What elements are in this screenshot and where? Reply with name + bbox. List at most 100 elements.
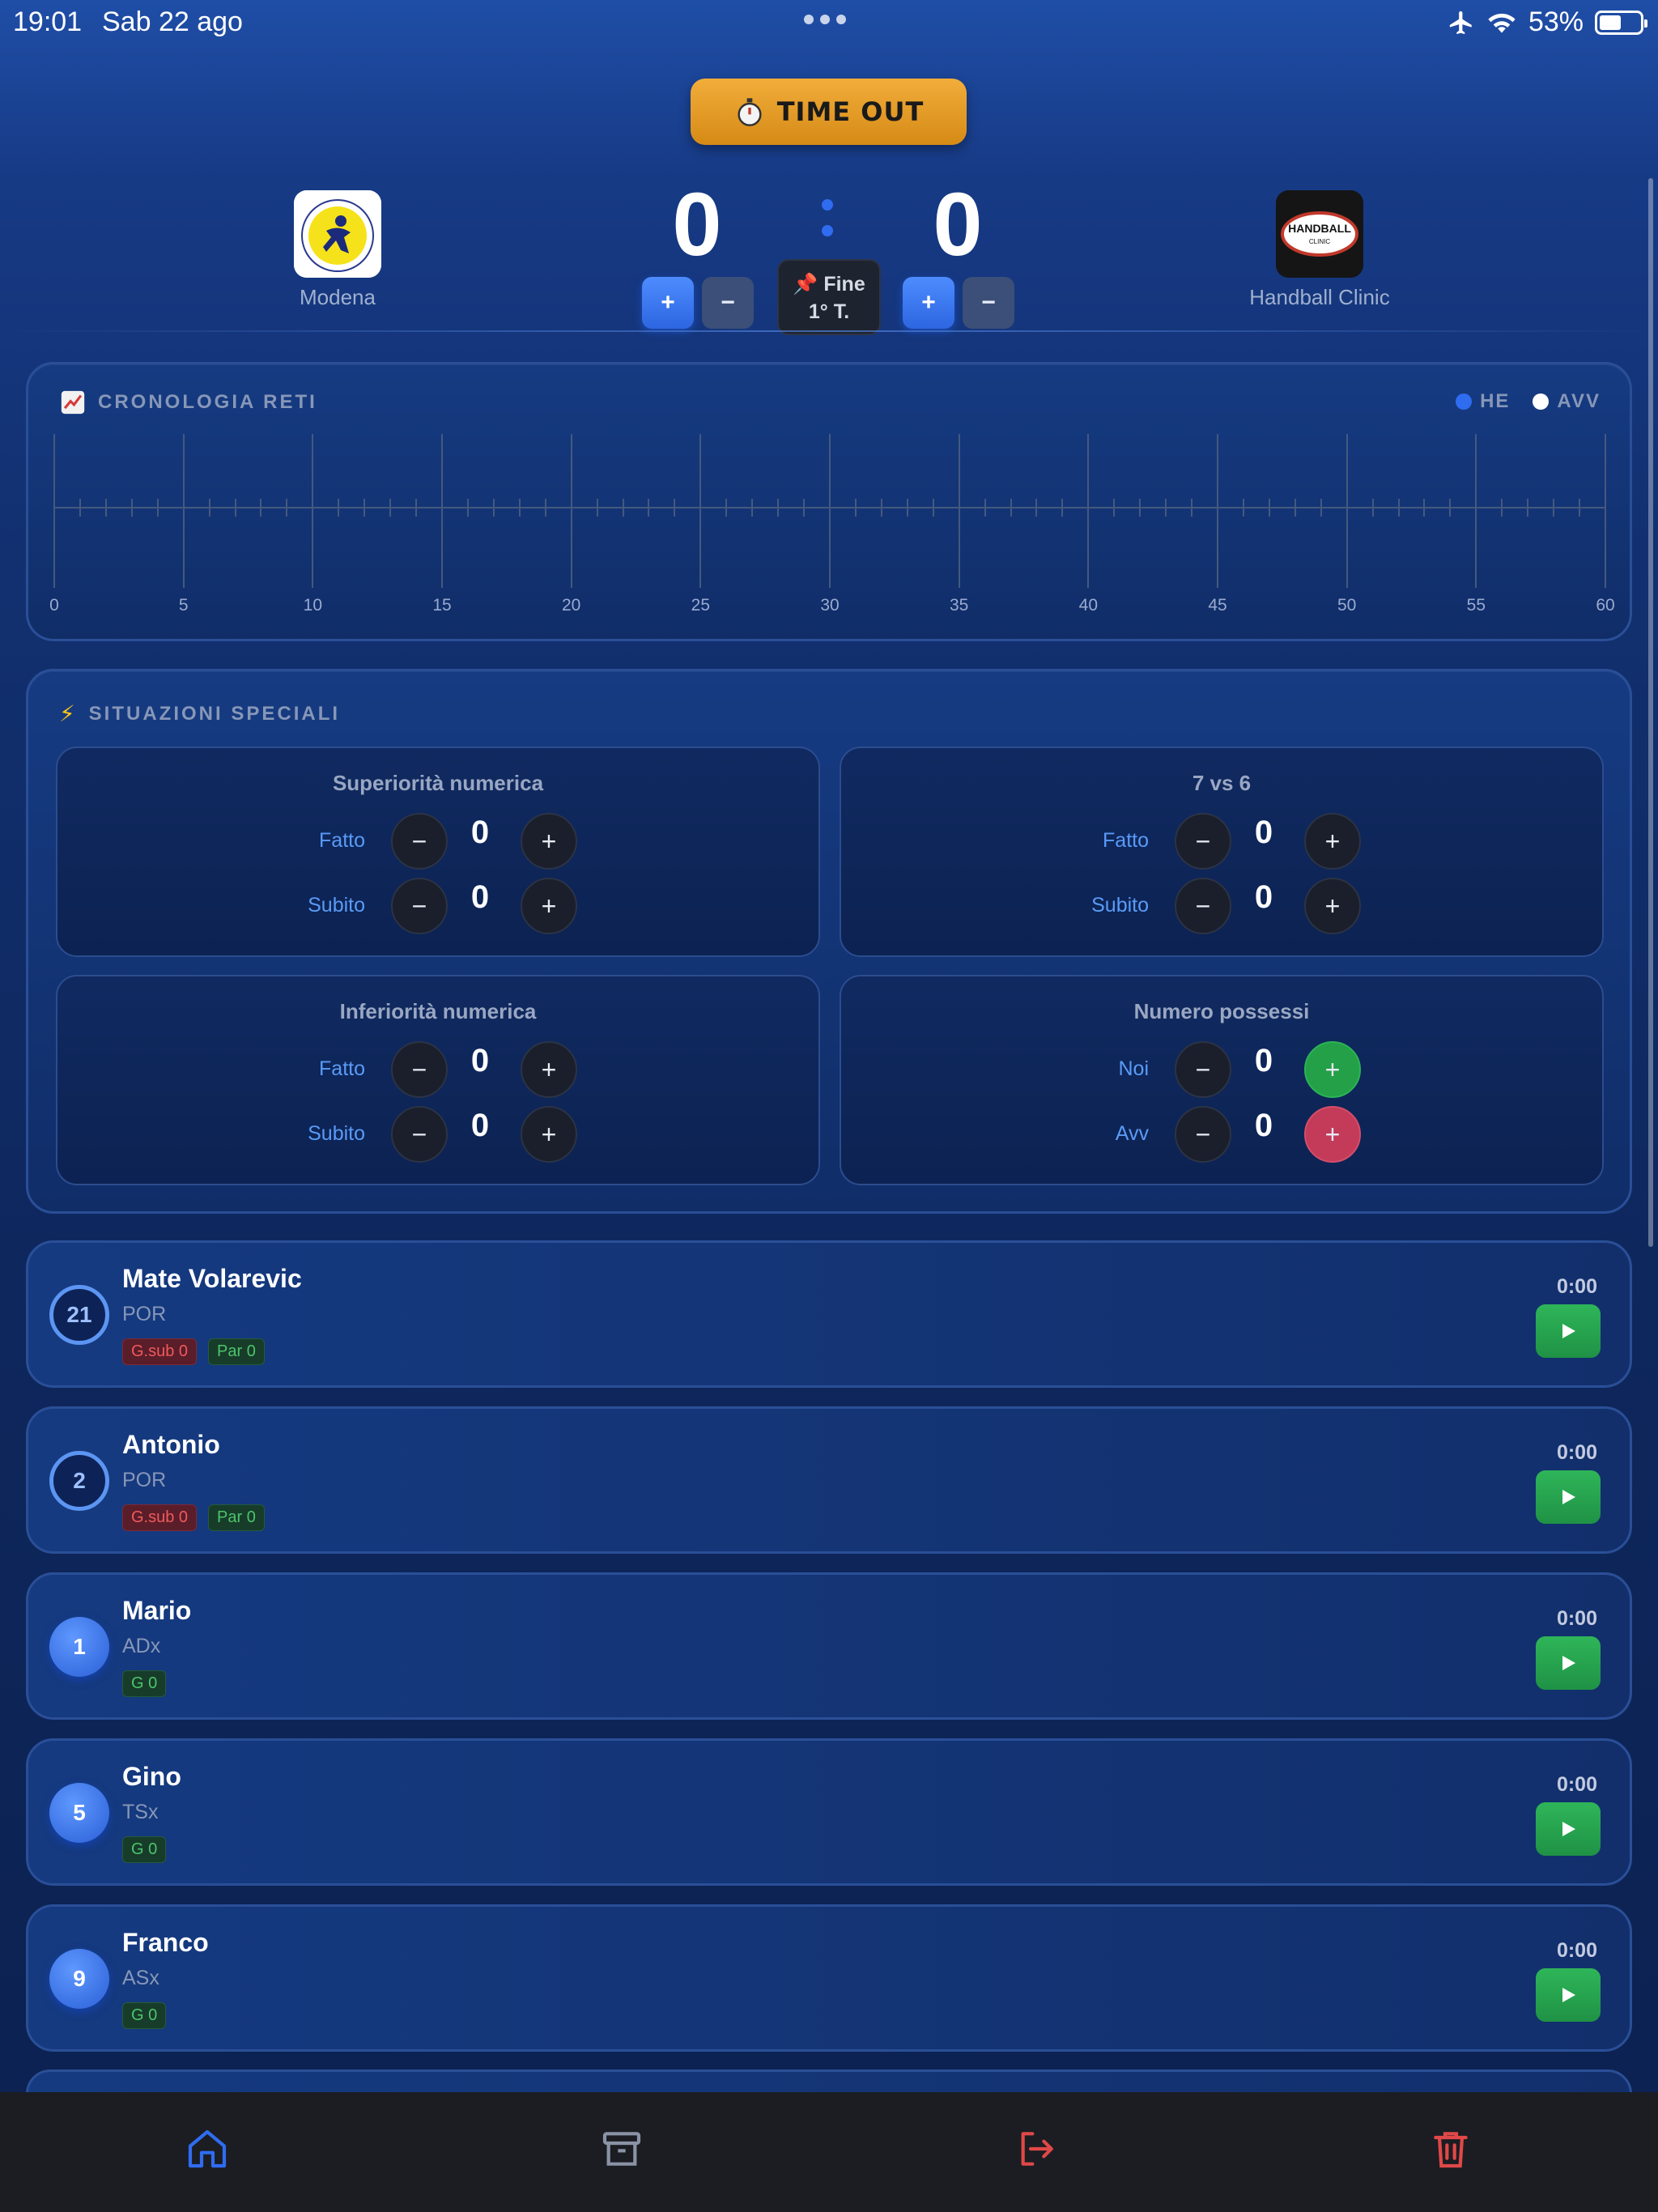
special-counter-row: Noi −0 +: [841, 1041, 1602, 1098]
home-score-plus-button[interactable]: +: [642, 277, 694, 329]
counter-decrement-button[interactable]: −: [391, 1106, 448, 1163]
logout-button[interactable]: [1004, 2116, 1069, 2181]
home-score: 0: [672, 175, 722, 274]
special-situations-card: ⚡ SITUAZIONI SPECIALI Superiorità numeri…: [26, 669, 1632, 1214]
away-team-logo: HANDBALL CLINIC: [1276, 190, 1363, 278]
timeline-minor-tick: [1579, 499, 1581, 517]
play-icon: [1562, 1988, 1575, 2002]
trash-icon: [1434, 2132, 1468, 2168]
counter-decrement-button[interactable]: −: [391, 878, 448, 934]
timeline-minor-tick: [725, 499, 728, 517]
away-logo-subtext: CLINIC: [1309, 238, 1330, 245]
player-time: 0:00: [1556, 1275, 1597, 1298]
goal-timeline-title: CRONOLOGIA RETI: [59, 389, 317, 416]
player-row[interactable]: 2 Antonio POR G.sub 0 Par 0 0:00: [26, 1406, 1632, 1554]
end-period-button[interactable]: 📌 Fine 1° T.: [777, 259, 881, 335]
away-legend-label: AVV: [1557, 390, 1601, 412]
special-situations-title: ⚡ SITUAZIONI SPECIALI: [59, 701, 341, 726]
scrollbar[interactable]: [1648, 178, 1653, 1247]
counter-decrement-button[interactable]: −: [1175, 1041, 1231, 1098]
player-stats: G.sub 0 Par 0: [122, 1338, 265, 1365]
play-button[interactable]: [1536, 1802, 1601, 1856]
play-icon: [1562, 1324, 1575, 1338]
timeline-minor-tick: [286, 499, 288, 517]
player-name: Gino: [122, 1762, 181, 1791]
counter-increment-button[interactable]: +: [521, 878, 577, 934]
timeline-minor-tick: [130, 499, 133, 517]
lightning-icon: ⚡: [59, 701, 78, 726]
player-name: Mario: [122, 1596, 192, 1625]
timeline-tick-label: 5: [178, 596, 189, 615]
special-counter-row: Fatto −0 +: [57, 813, 818, 870]
counter-increment-button[interactable]: +: [1304, 813, 1361, 870]
bottom-navigation: [0, 2092, 1658, 2212]
timeline-minor-tick: [1139, 499, 1141, 517]
player-number: 9: [49, 1949, 109, 2009]
stat-badge: Par 0: [208, 1504, 265, 1531]
player-row[interactable]: 21 Mate Volarevic POR G.sub 0 Par 0 0:00: [26, 1240, 1632, 1388]
counter-value: 0: [1254, 1108, 1273, 1143]
counter-increment-button[interactable]: +: [1304, 1041, 1361, 1098]
timeline-major-gridline: [53, 434, 55, 588]
home-team-logo: [294, 190, 381, 278]
play-button[interactable]: [1536, 1636, 1601, 1690]
away-score-minus-button[interactable]: −: [963, 277, 1014, 329]
counter-increment-button[interactable]: +: [521, 1041, 577, 1098]
player-row[interactable]: 1 Mario ADx G 0 0:00: [26, 1572, 1632, 1720]
counter-decrement-button[interactable]: −: [391, 813, 448, 870]
counter-increment-button[interactable]: +: [1304, 878, 1361, 934]
timeline-major-gridline: [1087, 434, 1090, 588]
counter-label: Subito: [308, 894, 365, 917]
timeline-minor-tick: [234, 499, 236, 517]
timeline-minor-tick: [596, 499, 598, 517]
special-counter-row: Subito −0 +: [57, 878, 818, 934]
chart-increasing-icon: [61, 390, 85, 415]
player-name: Franco: [122, 1928, 209, 1957]
delete-button[interactable]: [1418, 2116, 1483, 2181]
multitasking-dots-icon[interactable]: [804, 15, 846, 24]
play-button[interactable]: [1536, 1304, 1601, 1358]
counter-increment-button[interactable]: +: [1304, 1106, 1361, 1163]
stat-badge: G.sub 0: [122, 1504, 198, 1531]
away-score-plus-button[interactable]: +: [903, 277, 954, 329]
timeline-minor-tick: [544, 499, 546, 517]
player-stats: G 0: [122, 2002, 167, 2029]
home-button[interactable]: [175, 2116, 240, 2181]
player-stats: G 0: [122, 1836, 167, 1863]
counter-decrement-button[interactable]: −: [1175, 813, 1231, 870]
play-button[interactable]: [1536, 1470, 1601, 1524]
counter-decrement-button[interactable]: −: [1175, 878, 1231, 934]
timeline-minor-tick: [518, 499, 521, 517]
play-button[interactable]: [1536, 1968, 1601, 2022]
player-row[interactable]: 9 Franco ASx G 0 0:00: [26, 1904, 1632, 2052]
timeline-minor-tick: [363, 499, 366, 517]
counter-increment-button[interactable]: +: [521, 1106, 577, 1163]
timeline-minor-tick: [1010, 499, 1012, 517]
timeline-tick-label: 30: [820, 596, 840, 615]
counter-decrement-button[interactable]: −: [1175, 1106, 1231, 1163]
timeline-minor-tick: [389, 499, 392, 517]
timeline-minor-tick: [622, 499, 624, 517]
timeline-minor-tick: [79, 499, 81, 517]
player-row[interactable]: 5 Gino TSx G 0 0:00: [26, 1738, 1632, 1886]
timeline-minor-tick: [1113, 499, 1116, 517]
counter-decrement-button[interactable]: −: [391, 1041, 448, 1098]
home-icon: [188, 2129, 227, 2168]
timeline-minor-tick: [751, 499, 754, 517]
stopwatch-icon: [738, 98, 762, 126]
archive-button[interactable]: [589, 2116, 654, 2181]
home-score-minus-button[interactable]: −: [702, 277, 754, 329]
stat-badge: G.sub 0: [122, 1338, 198, 1365]
timeline-minor-tick: [208, 499, 210, 517]
timeline-minor-tick: [1320, 499, 1322, 517]
special-counter-row: Avv −0 +: [841, 1106, 1602, 1163]
player-number: 21: [49, 1285, 109, 1345]
timeline-minor-tick: [1061, 499, 1064, 517]
counter-increment-button[interactable]: +: [521, 813, 577, 870]
timeline-major-gridline: [182, 434, 185, 588]
counter-label: Fatto: [1103, 829, 1149, 852]
timeline-minor-tick: [1501, 499, 1503, 517]
special-box-3: Numero possessi Noi −0 + Avv −0 +: [840, 975, 1604, 1185]
timeout-button[interactable]: TIME OUT: [691, 79, 967, 145]
play-icon: [1562, 1490, 1575, 1504]
